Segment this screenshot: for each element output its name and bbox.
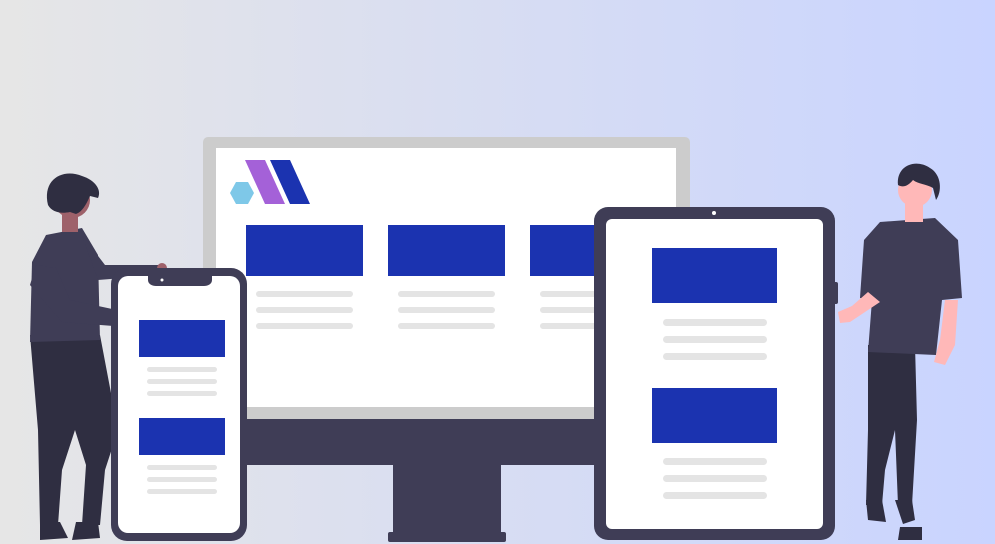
phone-notch: [148, 276, 212, 286]
illustration-canvas: [0, 0, 995, 544]
phone-screen: [118, 276, 240, 533]
responsive-design-illustration: [0, 0, 995, 544]
tablet-camera: [712, 211, 716, 215]
tablet-device: [594, 207, 838, 540]
monitor-stand: [393, 455, 501, 535]
smartphone-device: [111, 268, 247, 541]
monitor-base: [388, 532, 506, 542]
